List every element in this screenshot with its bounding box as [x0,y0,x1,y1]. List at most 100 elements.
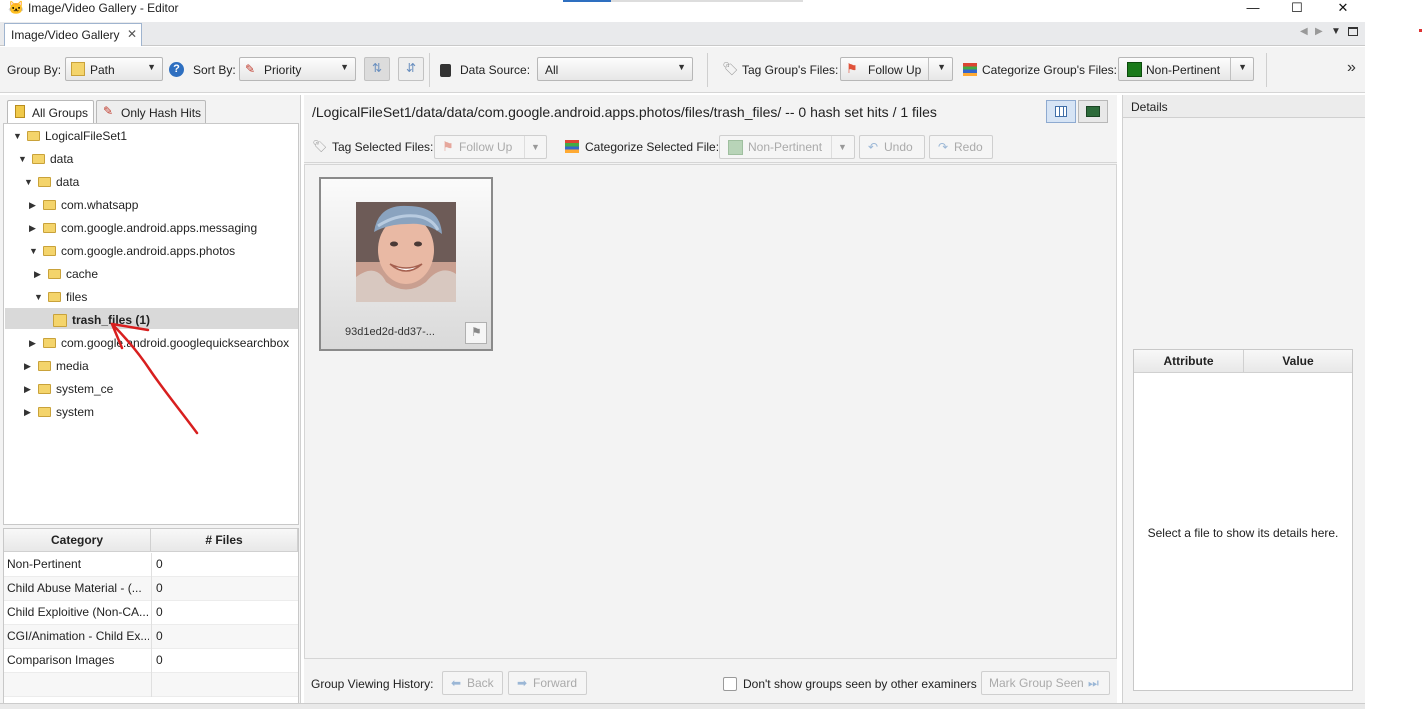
tree-expanded-icon[interactable]: ▼ [29,241,38,261]
forward-arrow-icon: ➡ [517,676,528,690]
annotation-arrow-shaft [110,322,199,435]
tag-selected-value: Follow Up [459,140,513,154]
tag-selected-select[interactable]: ⚑ Follow Up ▼ [434,135,547,159]
help-icon[interactable]: ? [169,62,184,77]
chevron-down-icon[interactable]: ▼ [937,62,946,72]
tree-expanded-icon[interactable]: ▼ [24,172,33,192]
tree-node-label: system [56,405,95,419]
tree-node-label: com.google.android.apps.messaging [61,221,258,235]
tree-node-cache[interactable]: ▶ cache [34,264,99,284]
details-header: Details [1123,95,1365,118]
folder-icon [15,105,25,118]
column-divider [151,577,152,601]
categorize-selected-select[interactable]: Non-Pertinent ▼ [719,135,855,159]
chevron-down-icon[interactable]: ▼ [1238,62,1247,72]
minimize-button[interactable]: — [1236,0,1270,18]
files-count-header[interactable]: # Files [151,529,298,552]
category-count: 0 [156,653,163,667]
table-row[interactable]: Child Abuse Material - (... 0 [4,577,298,601]
sort-by-value: Priority [264,63,302,77]
tree-node-media[interactable]: ▶ media [24,356,89,376]
sort-descending-button[interactable]: ⇵ [398,57,424,81]
grid-view-icon [1055,106,1067,117]
tree-collapsed-icon[interactable]: ▶ [24,356,31,376]
chevron-down-icon: ▼ [838,142,847,152]
close-window-button[interactable]: ✕ [1326,0,1360,18]
tree-collapsed-icon[interactable]: ▶ [29,218,36,238]
taskbar-indicator-track [611,0,803,2]
table-row[interactable]: Non-Pertinent 0 [4,553,298,577]
tile-view-button[interactable] [1046,100,1076,123]
tree-node-messaging[interactable]: ▶ com.google.android.apps.messaging [29,218,258,238]
category-name: Comparison Images [7,653,115,667]
thumbnail-tag-button[interactable]: ⚑ [465,322,487,344]
tree-node-data[interactable]: ▼ data [24,172,79,192]
tree-expanded-icon[interactable]: ▼ [13,126,22,146]
chevron-down-icon: ▼ [340,62,349,72]
category-table: Category # Files Non-Pertinent 0 Child Ab… [3,528,299,704]
title-bar: 🐱 Image/Video Gallery - Editor — ☐ ✕ [0,0,1365,18]
data-source-select[interactable]: All ▼ [537,57,693,81]
tree-collapsed-icon[interactable]: ▶ [34,264,41,284]
tree-collapsed-icon[interactable]: ▶ [29,333,36,353]
value-header[interactable]: Value [1244,350,1352,373]
tab-list-icon[interactable]: ▼ [1331,26,1341,37]
tree-expanded-icon[interactable]: ▼ [18,149,27,169]
tab-scroll-left-icon[interactable]: ◀ [1300,26,1308,37]
column-divider [151,673,152,697]
tab-all-groups-label: All Groups [32,106,89,120]
chevron-down-icon: ▼ [531,142,540,152]
tab-restore-icon[interactable] [1348,27,1358,36]
annotation-arrow [110,322,199,435]
tree-node-com-whatsapp[interactable]: ▶ com.whatsapp [29,195,138,215]
categorize-selected-label: Categorize Selected File: [585,140,720,154]
tab-image-video-gallery[interactable]: Image/Video Gallery ✕ [4,23,142,46]
thumbnail-filename: 93d1ed2d-dd37-... [345,326,435,338]
group-by-select[interactable]: Path ▼ [65,57,163,81]
redo-button[interactable]: ↷ Redo [929,135,993,159]
folder-icon [71,62,85,76]
mark-group-seen-button[interactable]: Mark Group Seen ⏭ [981,671,1110,695]
sort-ascending-button[interactable]: ⇅ [364,57,390,81]
folder-icon [38,384,51,394]
slideshow-view-button[interactable] [1078,100,1108,123]
undo-button[interactable]: ↶ Undo [859,135,925,159]
tab-all-groups[interactable]: All Groups [7,100,94,124]
dont-show-checkbox[interactable] [723,677,737,691]
tree-node-system[interactable]: ▶ system [24,402,95,422]
details-title: Details [1131,100,1168,114]
tab-scroll-right-icon[interactable]: ▶ [1315,26,1323,37]
back-button[interactable]: ⬅ Back [442,671,503,695]
tab-close-icon[interactable]: ✕ [127,27,137,41]
group-folder-icon [53,314,67,327]
maximize-button[interactable]: ☐ [1280,0,1314,18]
toolbar-separator [707,53,708,87]
table-row[interactable]: CGI/Animation - Child Ex... 0 [4,625,298,649]
sort-by-select[interactable]: ✎ Priority ▼ [239,57,356,81]
category-count: 0 [156,557,163,571]
attribute-header[interactable]: Attribute [1134,350,1244,373]
table-row[interactable]: Comparison Images 0 [4,649,298,673]
tree-node-photos[interactable]: ▼ com.google.android.apps.photos [29,241,236,261]
tree-node-logicalfileset1[interactable]: ▼ LogicalFileSet1 [13,126,127,146]
tag-group-select[interactable]: ⚑ Follow Up ▼ [840,57,953,81]
tree-expanded-icon[interactable]: ▼ [34,287,43,307]
tree-node-data[interactable]: ▼ data [18,149,73,169]
category-header[interactable]: Category [4,529,151,552]
tree-node-label: cache [66,267,99,281]
tree-collapsed-icon[interactable]: ▶ [24,379,31,399]
tree-collapsed-icon[interactable]: ▶ [29,195,36,215]
toolbar-separator [429,53,430,87]
toolbar-separator [1266,53,1267,87]
tree-node-files[interactable]: ▼ files [34,287,87,307]
tree-collapsed-icon[interactable]: ▶ [24,402,31,422]
categorize-group-select[interactable]: Non-Pertinent ▼ [1118,57,1254,81]
tree-node-label: com.google.android.apps.photos [61,244,236,258]
forward-button[interactable]: ➡ Forward [508,671,587,695]
tab-strip [0,22,1365,46]
table-row[interactable]: Child Exploitive (Non-CA... 0 [4,601,298,625]
portrait-image [356,202,456,302]
toolbar-overflow-button[interactable]: » [1347,59,1356,77]
non-pertinent-swatch-icon [1127,62,1142,77]
tab-only-hash-hits[interactable]: ✎ Only Hash Hits [96,100,206,124]
